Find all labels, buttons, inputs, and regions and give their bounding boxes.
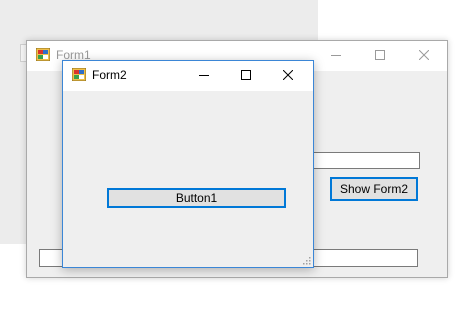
form2-maximize-button[interactable] [225,61,269,91]
form2-titlebar[interactable]: Form2 [63,61,313,91]
minimize-icon [331,55,341,56]
close-icon [419,50,429,60]
maximize-icon [241,70,251,80]
form2-window[interactable]: Form2 Button1 [62,60,314,268]
form1-minimize-button[interactable] [315,41,359,71]
form1-textbox-top[interactable] [313,152,420,169]
form2-title: Form2 [92,68,127,82]
form1-close-button[interactable] [403,41,447,71]
maximize-icon [375,50,385,60]
show-form2-button[interactable]: Show Form2 [330,177,418,201]
form2-close-button[interactable] [267,61,311,91]
form1-maximize-button[interactable] [359,41,403,71]
close-icon [283,70,293,80]
button1[interactable]: Button1 [107,188,286,208]
form2-app-icon [72,68,86,81]
resize-grip-icon[interactable] [303,257,311,265]
minimize-icon [199,75,209,76]
form2-minimize-button[interactable] [183,61,227,91]
form1-app-icon [36,48,50,61]
